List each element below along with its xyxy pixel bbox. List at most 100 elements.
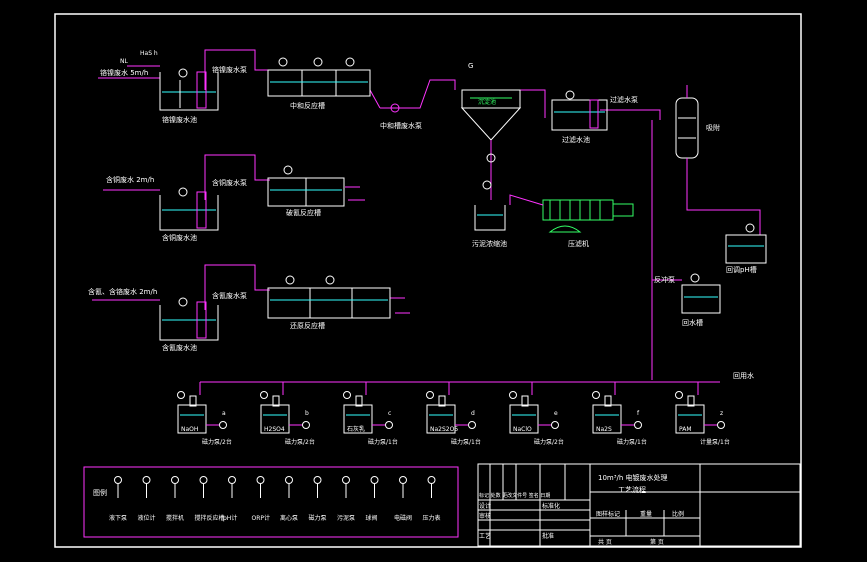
revision-header: 标记 处数 更改文件号 签名 日期 <box>479 492 550 499</box>
legend-symbol-icon <box>285 476 293 484</box>
legend-icons: 液下泵 液位计 搅拌机 搅拌反应槽pH计 ORP计 离心泵 磁力泵 污泥泵 球阀 电磁阀 压力表 <box>109 476 441 522</box>
legend-symbol-icon <box>427 476 436 484</box>
return-pool-label: 回水槽 <box>682 318 703 327</box>
legend-symbol-icon <box>313 476 322 484</box>
legend-item: 液下泵 <box>109 476 127 522</box>
approve-label: 批准 <box>542 532 554 540</box>
legend-symbol-icon <box>256 476 265 484</box>
title-line-1: 10m³/h 电镀废水处理 <box>598 473 668 482</box>
pump-label: 计量泵/1台 <box>700 438 730 446</box>
legend-item-label: 球阀 <box>366 514 378 522</box>
dosing-chem-label: NaClO <box>513 426 532 433</box>
back-pump-label: 反冲泵 <box>654 275 675 284</box>
legend-item-label: 电磁阀 <box>394 514 412 522</box>
copper-pump-label: 含铜废水泵 <box>212 178 247 187</box>
settler-label: G <box>468 62 473 70</box>
legend-symbol-icon <box>199 476 208 484</box>
settler-text: 沉淀池 <box>478 98 496 106</box>
dosing-tag-label: c <box>388 410 391 417</box>
metering-pump-icon <box>634 421 642 429</box>
dosing-chem-label: H2SO4 <box>264 426 285 433</box>
dosing-chem-label: 石灰乳 <box>347 425 365 433</box>
sludge-pipe <box>509 194 544 206</box>
break-tank-label: 破氰反应槽 <box>286 208 321 217</box>
inlet-chrome-label: 铬镍废水 5m/h <box>100 68 148 77</box>
scale-label: 比例 <box>672 510 684 518</box>
pump-label: 磁力泵/1台 <box>368 438 398 446</box>
legend-item-label: 离心泵 <box>280 514 298 522</box>
legend-item-label: 液下泵 <box>109 514 127 522</box>
metering-pump-icon <box>717 421 725 429</box>
ph-tank-label: 回调pH槽 <box>726 265 757 274</box>
legend-item-label: ORP计 <box>252 514 271 522</box>
dosing-tank: Na2S2O5 d 磁力泵/1台 <box>426 391 481 446</box>
pump-label: 磁力泵/2台 <box>202 438 232 446</box>
legend-item-label: 压力表 <box>423 514 441 522</box>
ion-exchanger <box>675 85 761 235</box>
legend-item: 离心泵 <box>280 476 298 522</box>
sheets-label: 共 页 <box>598 538 612 546</box>
copper-pool-label: 含铜废水池 <box>162 233 197 242</box>
dosing-chem-label: Na2S <box>596 426 612 433</box>
metering-pump-icon <box>385 421 393 429</box>
chrome-pool-label: 铬镍废水池 <box>162 115 197 124</box>
legend-item: 污泥泵 <box>337 476 355 522</box>
legend-item: 磁力泵 <box>309 476 327 522</box>
legend-symbol-icon <box>370 476 379 484</box>
process-flow-diagram: NaOHa磁力泵/2台H2SO4b磁力泵/2台石灰乳c磁力泵/1台Na2S2O5… <box>54 13 802 548</box>
pump-label: 磁力泵/1台 <box>617 438 647 446</box>
dosing-tag-label: b <box>305 410 309 417</box>
legend-item: 电磁阀 <box>394 476 412 522</box>
cyanide-pump-label: 含氰废水泵 <box>212 291 247 300</box>
dosing-tank: Na2S f 磁力泵/1台 <box>592 391 647 446</box>
pump-label: 磁力泵/1台 <box>451 438 481 446</box>
dosing-chem-label: Na2S2O5 <box>430 426 458 433</box>
designer-label: 设计 <box>479 502 491 510</box>
cad-drawing-canvas: NaOH a 磁力泵/2台 H2SO4 b 磁力泵/2台 石灰乳 c 磁力泵/1台 Na2S2O5… <box>0 0 867 562</box>
dosing-tag-label: f <box>637 410 640 417</box>
cyanide-pool <box>159 297 219 341</box>
reuse-label: 回用水 <box>733 371 754 380</box>
sheet-label: 第 页 <box>650 538 664 546</box>
redox-tank <box>267 275 391 319</box>
pump-label: 磁力泵/2台 <box>285 438 315 446</box>
copper-pool <box>159 187 219 231</box>
metering-pump-icon <box>302 421 310 429</box>
nl-label-1: NL <box>120 58 128 65</box>
legend-title: 图例 <box>93 488 107 497</box>
dosing-tank: H2SO4 b 磁力泵/2台 <box>260 391 315 446</box>
legend-item-label: 搅拌机 <box>166 514 184 522</box>
adsorb-label: 吸附 <box>706 123 720 132</box>
metering-pump-icon <box>219 421 227 429</box>
chrome-pump-label: 铬镍废水泵 <box>212 65 247 74</box>
dosing-chem-label: NaOH <box>181 426 198 433</box>
filter-pump-label: 过滤水泵 <box>610 95 638 104</box>
filter-tank-label: 过滤水池 <box>562 135 590 144</box>
legend-item: 压力表 <box>423 476 441 522</box>
legend-symbol-icon <box>342 476 350 484</box>
legend-item-label: 污泥泵 <box>337 514 355 522</box>
legend-symbol-icon <box>142 476 151 484</box>
legend-item-label: 磁力泵 <box>309 514 327 522</box>
inlet-copper-label: 含铜废水 2m/h <box>106 175 154 184</box>
top-flow-label: HaS h <box>140 50 158 57</box>
filter-press <box>542 199 634 233</box>
dosing-tag-label: e <box>554 410 558 417</box>
sludge-tank-label: 污泥浓缩池 <box>472 239 507 248</box>
legend-box <box>83 466 459 538</box>
legend-item: pH计 <box>223 476 237 522</box>
legend-symbol-icon <box>171 476 179 484</box>
weight-label: 重量 <box>640 510 652 518</box>
craft-label: 工艺 <box>479 532 491 540</box>
break-cyanide-tank <box>267 165 345 207</box>
dosing-tank: NaOH a 磁力泵/2台 <box>177 391 232 446</box>
pump-label: 磁力泵/2台 <box>534 438 564 446</box>
title-line-2: 工艺流程 <box>618 485 646 494</box>
return-pool <box>681 273 721 314</box>
filter-tank <box>551 90 608 131</box>
legend-item: 搅拌反应槽 <box>195 476 225 522</box>
legend-item: 液位计 <box>138 476 156 522</box>
legend-symbol-icon <box>399 476 407 484</box>
neutral-tank-label: 中和反应槽 <box>290 101 325 110</box>
legend-item: ORP计 <box>252 476 271 522</box>
